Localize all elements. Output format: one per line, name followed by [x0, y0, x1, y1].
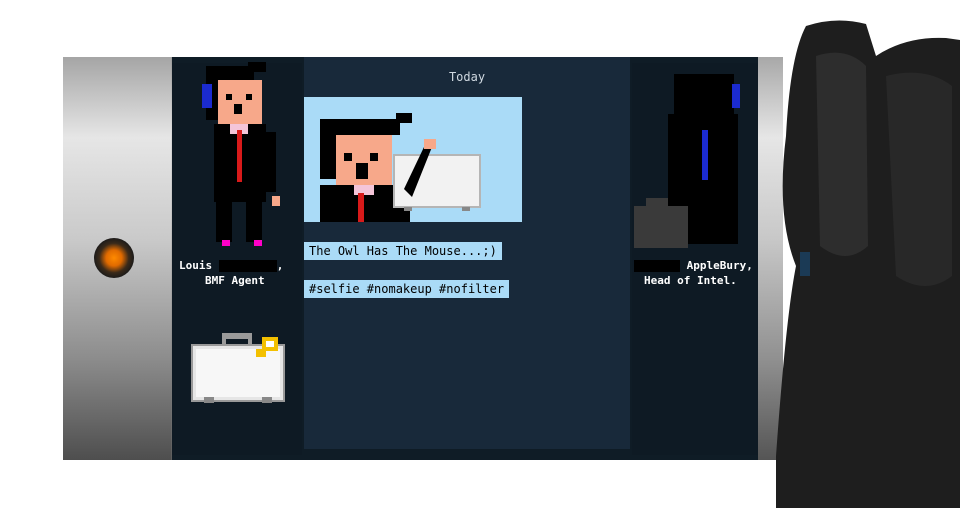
agent-avatar-icon[interactable] — [196, 62, 286, 252]
briefcase-key-icon[interactable] — [190, 333, 286, 405]
left-contact-first-name: Louis — [179, 259, 213, 272]
shadow-avatar-icon[interactable] — [632, 70, 752, 250]
post-hashtags: #selfie #nomakeup #nofilter — [304, 280, 510, 298]
feed-header: Today — [448, 70, 486, 84]
indicator-light — [94, 238, 134, 278]
left-contact-name: Louis , — [179, 259, 283, 273]
redacted-surname — [218, 260, 277, 272]
post-caption: The Owl Has The Mouse...;) — [304, 242, 502, 260]
right-contact-title: Head of Intel. — [644, 274, 737, 287]
left-contact-title: BMF Agent — [205, 274, 265, 287]
right-contact-name: AppleBury, — [634, 259, 753, 273]
selfie-photo[interactable] — [304, 97, 522, 222]
hand-silhouette — [776, 20, 960, 508]
left-contact-suffix: , — [276, 259, 284, 272]
right-contact-last-name: AppleBury, — [686, 259, 753, 272]
redacted-firstname — [634, 260, 680, 272]
selfie-photo-icon — [320, 113, 481, 222]
